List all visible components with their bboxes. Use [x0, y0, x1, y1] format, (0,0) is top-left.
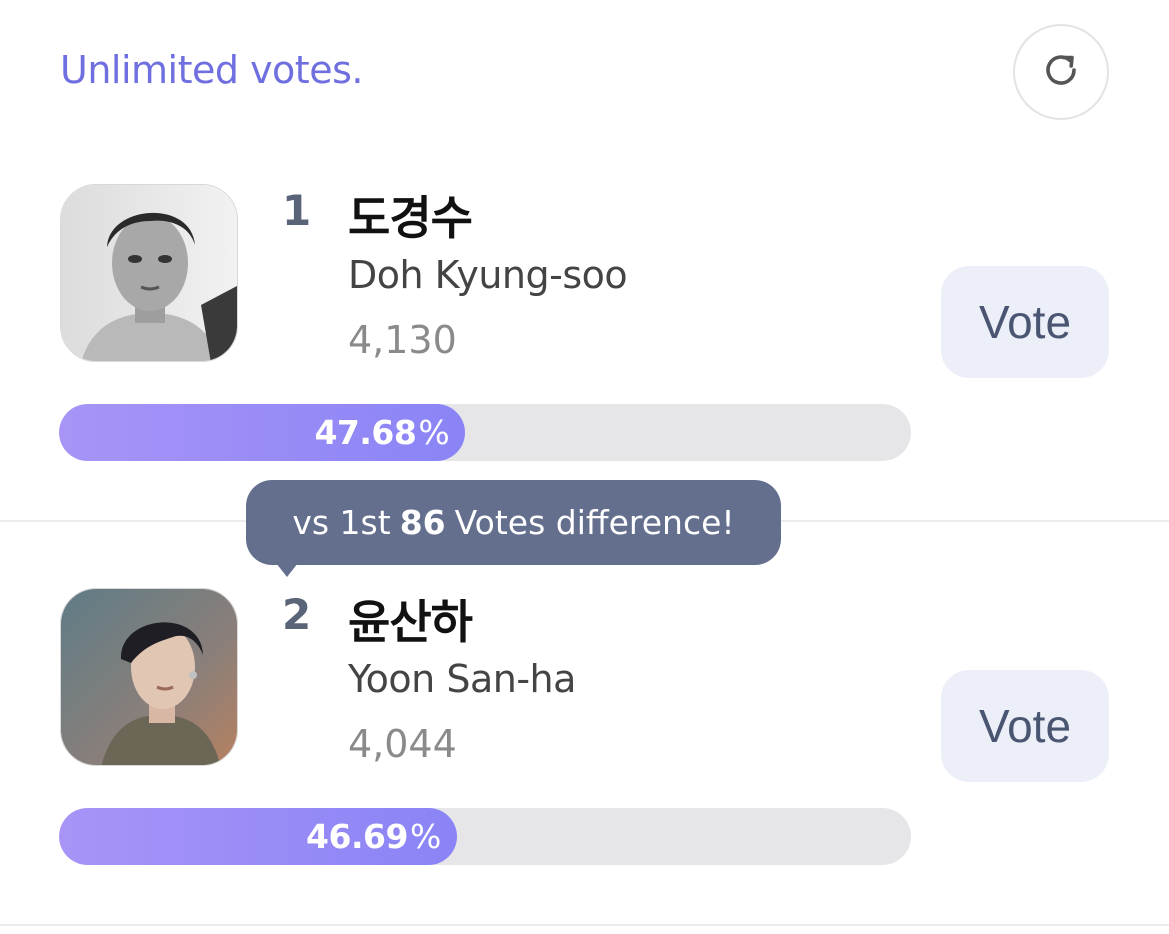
tooltip-prefix: vs 1st	[292, 503, 391, 542]
candidate-2-name-korean: 윤산하	[348, 595, 473, 649]
candidate-2-progress-track: 46.69%	[59, 808, 911, 865]
tooltip-difference-number: 86	[399, 503, 446, 542]
candidate-2-progress-fill: 46.69%	[59, 808, 457, 865]
candidate-1-photo	[60, 184, 238, 362]
candidate-1-name-korean: 도경수	[348, 191, 473, 245]
bottom-divider	[0, 924, 1169, 926]
refresh-icon	[1039, 48, 1083, 96]
tooltip-suffix: Votes difference!	[454, 503, 735, 542]
candidate-1-vote-button[interactable]: Vote	[941, 266, 1109, 378]
candidate-1-percentage: 47.68%	[314, 413, 450, 452]
candidate-2-rank: 2	[282, 590, 312, 639]
tooltip-pointer	[276, 563, 298, 577]
candidate-2-vote-button[interactable]: Vote	[941, 670, 1109, 782]
candidate-2-vote-count: 4,044	[348, 722, 457, 766]
candidate-2-photo	[60, 588, 238, 766]
refresh-button[interactable]	[1013, 24, 1109, 120]
vote-difference-tooltip: vs 1st 86 Votes difference!	[246, 480, 781, 565]
candidate-1-progress-fill: 47.68%	[59, 404, 466, 461]
candidate-1-name-english: Doh Kyung-soo	[348, 253, 628, 297]
candidate-1-progress-track: 47.68%	[59, 404, 911, 461]
candidate-2-percentage: 46.69%	[306, 817, 441, 856]
candidate-1-rank: 1	[282, 186, 312, 235]
unlimited-votes-note: Unlimited votes.	[60, 48, 363, 92]
candidate-2-name-english: Yoon San-ha	[348, 657, 576, 701]
candidate-1-vote-count: 4,130	[348, 318, 457, 362]
